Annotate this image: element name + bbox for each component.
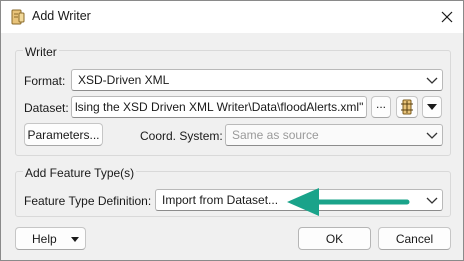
ok-button[interactable]: OK <box>298 227 371 250</box>
browse-label: ... <box>375 97 386 111</box>
dataset-value: lsing the XSD Driven XML Writer\Data\flo… <box>75 100 363 114</box>
coord-system-label: Coord. System: <box>140 129 223 143</box>
triangle-down-icon <box>427 104 437 110</box>
coord-system-value: Same as source <box>232 128 319 142</box>
format-value: XSD-Driven XML <box>78 73 170 87</box>
writer-app-icon <box>11 9 25 25</box>
coord-system-select[interactable]: Same as source <box>225 124 443 146</box>
annotation-arrow <box>287 188 410 216</box>
add-writer-dialog: Add Writer Writer Format: XSD-Driven XML… <box>0 0 464 261</box>
parameters-button[interactable]: Parameters... <box>24 123 103 146</box>
cancel-button[interactable]: Cancel <box>378 227 451 250</box>
dataset-input[interactable]: lsing the XSD Driven XML Writer\Data\flo… <box>71 96 367 118</box>
feature-type-definition-value: Import from Dataset... <box>162 193 279 207</box>
dataset-label: Dataset: <box>24 101 69 115</box>
cancel-label: Cancel <box>395 231 434 246</box>
help-label: Help <box>32 231 57 246</box>
chevron-down-icon <box>426 132 438 139</box>
dataset-options-button[interactable] <box>396 96 418 118</box>
writer-group-label: Writer <box>23 45 59 59</box>
format-select[interactable]: XSD-Driven XML <box>71 69 443 91</box>
parameters-label: Parameters... <box>27 127 100 142</box>
close-icon <box>441 11 453 23</box>
browse-button[interactable]: ... <box>371 96 391 118</box>
chevron-down-icon <box>426 77 438 84</box>
ok-label: OK <box>325 231 344 246</box>
feature-group-label: Add Feature Type(s) <box>23 166 137 180</box>
close-button[interactable] <box>437 7 457 27</box>
title-bar[interactable]: Add Writer <box>1 1 463 33</box>
writer-options-icon <box>401 99 413 115</box>
feature-type-definition-label: Feature Type Definition: <box>24 194 152 208</box>
dialog-title: Add Writer <box>32 9 91 23</box>
triangle-down-icon <box>71 237 79 242</box>
chevron-down-icon <box>426 197 438 204</box>
help-button[interactable]: Help <box>15 227 86 250</box>
format-label: Format: <box>24 74 66 88</box>
dataset-menu-button[interactable] <box>422 96 442 118</box>
